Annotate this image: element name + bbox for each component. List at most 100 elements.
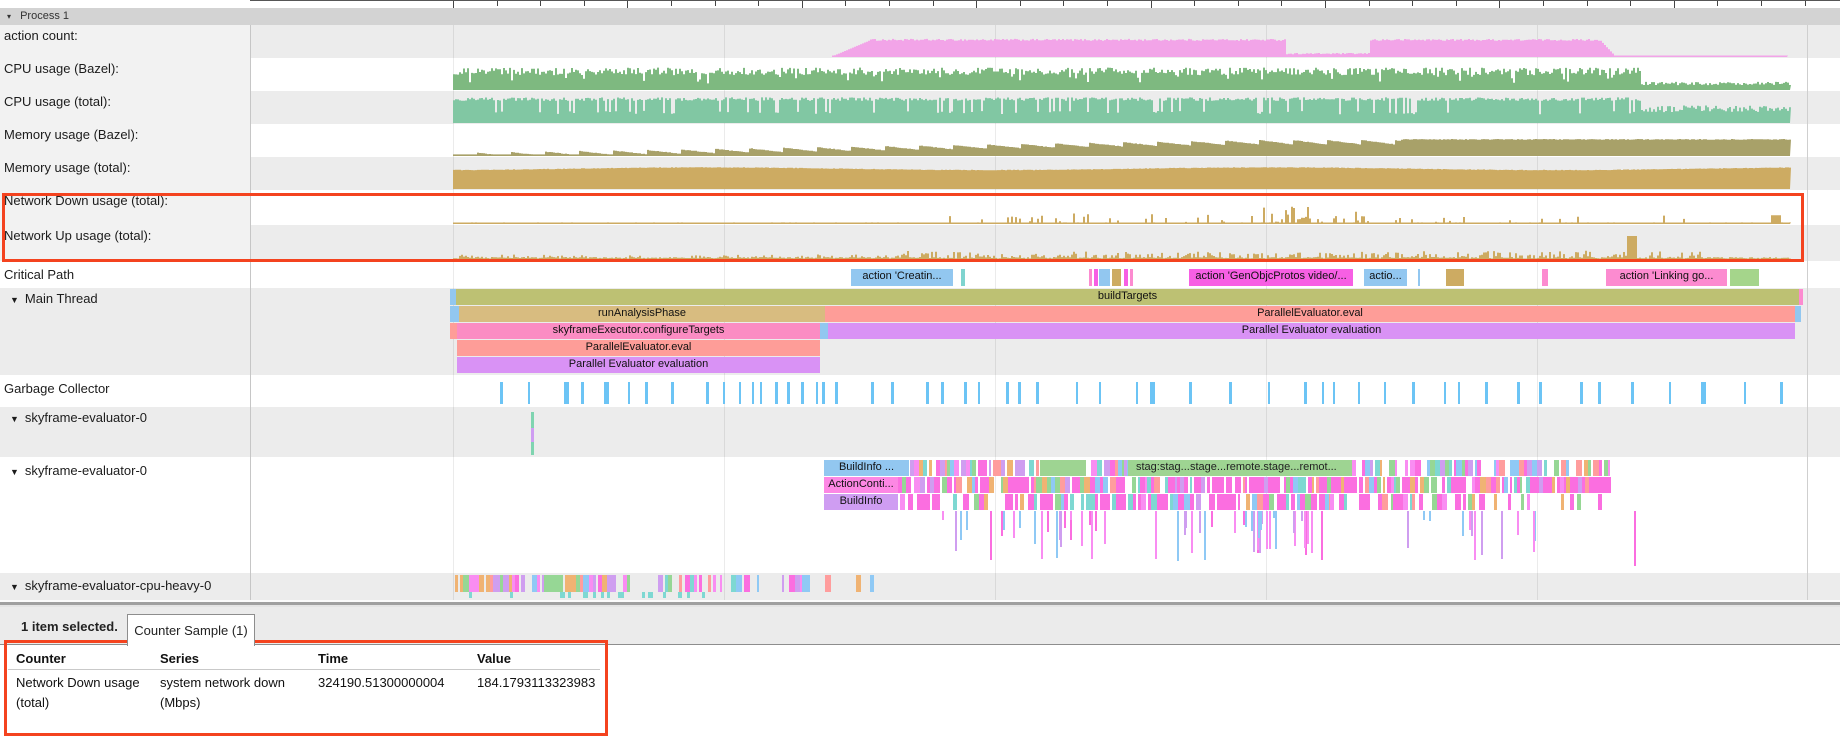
- slice-spike[interactable]: [1204, 511, 1206, 560]
- slice-subtick[interactable]: [568, 592, 571, 598]
- slice-cluster[interactable]: [1226, 477, 1232, 493]
- slice-cluster[interactable]: [908, 494, 913, 510]
- gc-tick[interactable]: [706, 382, 709, 404]
- slice-cluster[interactable]: [1132, 477, 1136, 493]
- slice-cluster[interactable]: [1065, 477, 1070, 493]
- gc-tick[interactable]: [1076, 382, 1078, 404]
- slice-cluster[interactable]: [900, 494, 905, 510]
- slice-cluster[interactable]: [1477, 460, 1481, 476]
- gc-tick[interactable]: [1780, 382, 1783, 404]
- slice-spike[interactable]: [1275, 511, 1277, 549]
- evaluator-marker[interactable]: [531, 428, 534, 442]
- slice-cluster[interactable]: [1460, 477, 1466, 493]
- slice-spike[interactable]: [1243, 511, 1245, 525]
- slice-subtick[interactable]: [702, 592, 705, 598]
- gc-tick[interactable]: [1333, 382, 1335, 404]
- evaluator-marker[interactable]: [531, 442, 534, 455]
- slice-cluster[interactable]: [1007, 460, 1013, 476]
- slice-cluster[interactable]: [713, 575, 716, 592]
- gc-tick[interactable]: [926, 382, 929, 404]
- slice-cluster[interactable]: [870, 575, 874, 592]
- slice-cluster[interactable]: [736, 575, 742, 592]
- slice-cluster[interactable]: [1577, 494, 1581, 510]
- trace-slice[interactable]: [1730, 269, 1759, 286]
- trace-slice[interactable]: [450, 323, 457, 339]
- slice-cluster[interactable]: [1184, 477, 1188, 493]
- slice-cluster[interactable]: [1352, 460, 1356, 476]
- expand-arrow-icon[interactable]: ▼: [10, 295, 19, 305]
- slice-cluster[interactable]: [1238, 494, 1240, 510]
- slice-spike[interactable]: [1245, 511, 1247, 527]
- slice-cluster[interactable]: [1133, 494, 1136, 510]
- mem_bazel-histogram[interactable]: [0, 124, 1840, 157]
- slice-spike[interactable]: [1155, 511, 1157, 559]
- trace-slice[interactable]: BuildInfo ...: [824, 460, 909, 476]
- slice-spike[interactable]: [990, 511, 992, 560]
- gc-tick[interactable]: [816, 382, 818, 404]
- slice-cluster[interactable]: [983, 460, 987, 476]
- slice-spike[interactable]: [960, 511, 962, 540]
- trace-slice[interactable]: [1124, 269, 1128, 286]
- slice-cluster[interactable]: [1166, 494, 1168, 510]
- gc-tick[interactable]: [871, 382, 874, 404]
- slice-spike[interactable]: [1060, 511, 1062, 547]
- slice-cluster[interactable]: [1415, 460, 1421, 476]
- trace-slice[interactable]: ParallelEvaluator.eval: [457, 340, 820, 356]
- slice-spike[interactable]: [1064, 511, 1066, 528]
- slice-spike[interactable]: [1234, 511, 1236, 533]
- trace-slice[interactable]: action 'Creatin...: [851, 269, 953, 286]
- slice-cluster[interactable]: [1220, 477, 1224, 493]
- gc-tick[interactable]: [835, 382, 838, 404]
- slice-cluster[interactable]: [1359, 477, 1363, 493]
- slice-spike[interactable]: [1199, 511, 1201, 533]
- slice-cluster[interactable]: [1201, 477, 1205, 493]
- gc-tick[interactable]: [964, 382, 967, 404]
- slice-spike[interactable]: [1003, 511, 1005, 530]
- trace-slice[interactable]: actio...: [1364, 269, 1407, 286]
- slice-spike[interactable]: [1013, 511, 1015, 538]
- slice-cluster[interactable]: [1508, 494, 1511, 510]
- slice-spike[interactable]: [1041, 511, 1043, 559]
- slice-cluster[interactable]: [1019, 460, 1025, 476]
- slice-subtick[interactable]: [650, 592, 653, 598]
- slice-cluster[interactable]: [1608, 477, 1611, 493]
- gc-tick[interactable]: [941, 382, 944, 404]
- slice-spike[interactable]: [1001, 511, 1003, 523]
- gc-tick[interactable]: [1018, 382, 1021, 404]
- slice-cluster[interactable]: [1190, 494, 1194, 510]
- slice-cluster[interactable]: [699, 575, 702, 592]
- trace-slice[interactable]: [1094, 269, 1098, 286]
- slice-spike[interactable]: [1104, 511, 1106, 544]
- gc-tick[interactable]: [1150, 382, 1155, 404]
- slice-spike[interactable]: [1301, 511, 1303, 521]
- slice-cluster[interactable]: [1029, 460, 1034, 476]
- slice-cluster[interactable]: [1431, 477, 1437, 493]
- slice-spike[interactable]: [966, 511, 968, 530]
- slice-cluster[interactable]: [925, 494, 930, 510]
- slice-spike[interactable]: [1307, 511, 1309, 544]
- slice-cluster[interactable]: [1269, 494, 1274, 510]
- slice-cluster[interactable]: [1499, 460, 1505, 476]
- slice-spike[interactable]: [1260, 511, 1262, 530]
- slice-cluster[interactable]: [1120, 494, 1126, 510]
- gc-tick[interactable]: [1412, 382, 1415, 404]
- trace-slice[interactable]: ActionConti...: [824, 477, 898, 493]
- slice-cluster[interactable]: [611, 575, 616, 592]
- slice-subtick[interactable]: [607, 592, 610, 598]
- slice-cluster[interactable]: [455, 575, 458, 592]
- expand-arrow-icon[interactable]: ▼: [10, 582, 19, 592]
- gc-tick[interactable]: [775, 382, 778, 404]
- trace-slice[interactable]: [1089, 269, 1092, 286]
- trace-slice[interactable]: Parallel Evaluator evaluation: [457, 357, 820, 373]
- trace-slice[interactable]: action 'Linking go...: [1606, 269, 1727, 286]
- gc-tick[interactable]: [1744, 382, 1746, 404]
- slice-spike[interactable]: [1211, 511, 1213, 527]
- track-skyframe-evaluator-cpu-heavy-0[interactable]: ▼skyframe-evaluator-cpu-heavy-0: [0, 573, 1840, 600]
- trace-slice[interactable]: ParallelEvaluator.eval: [825, 306, 1795, 322]
- slice-spike[interactable]: [1429, 511, 1431, 521]
- slice-cluster[interactable]: [1463, 494, 1466, 510]
- slice-spike[interactable]: [1177, 511, 1179, 561]
- gc-tick[interactable]: [1358, 382, 1360, 404]
- slice-cluster[interactable]: [923, 460, 927, 476]
- slice-cluster[interactable]: [679, 575, 682, 592]
